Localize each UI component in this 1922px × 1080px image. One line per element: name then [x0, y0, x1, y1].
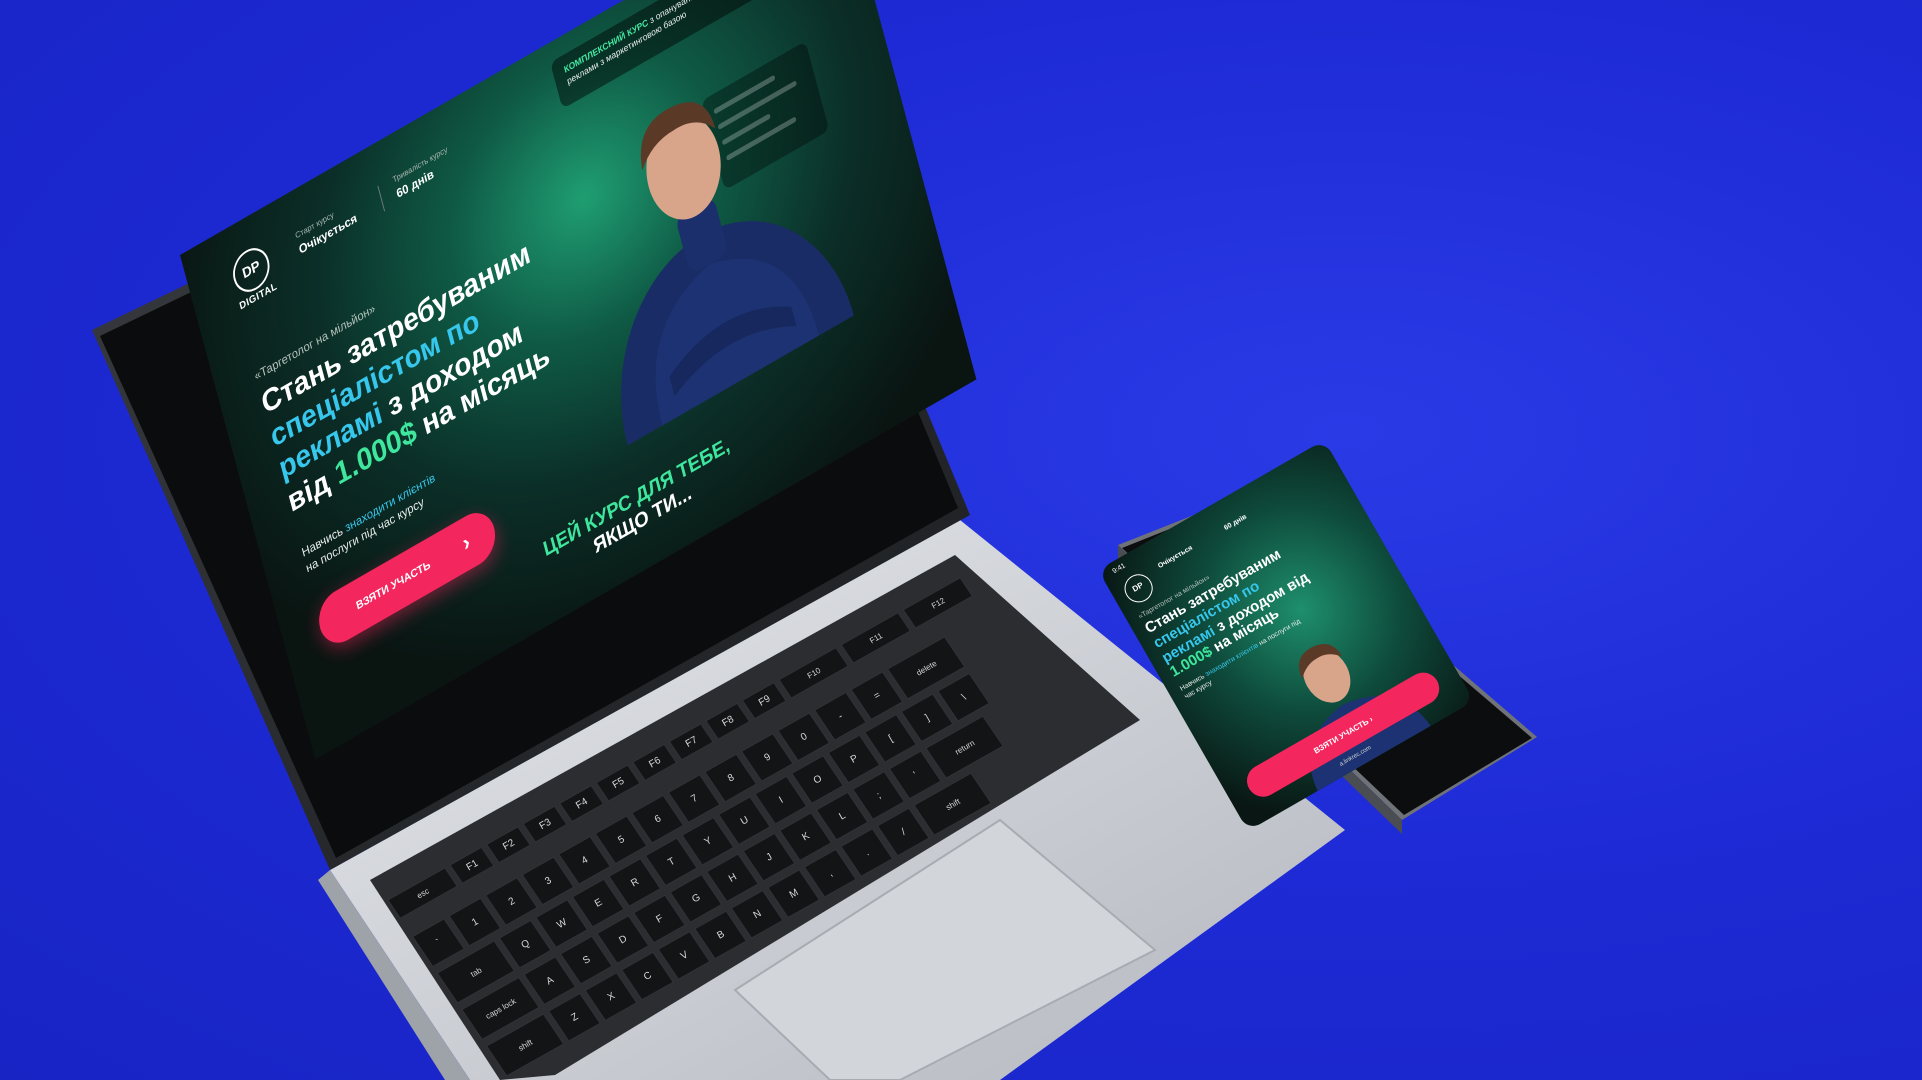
- mockup-stage: esc F1 F2 F3 F4 F5 F6 F7 F8 F9 F10 F11 F12 ` 1 2 3 4 5 6 7 8 9…: [0, 0, 1922, 1080]
- phone-duration-value: 60 днів: [1223, 513, 1249, 532]
- phone-time: 9:41: [1111, 562, 1127, 576]
- chevron-right-icon: ›: [1367, 714, 1375, 724]
- phone-logo[interactable]: DP: [1119, 569, 1158, 608]
- phone-illustration: [1118, 492, 1537, 834]
- phone-start-value: Очікується: [1156, 544, 1194, 570]
